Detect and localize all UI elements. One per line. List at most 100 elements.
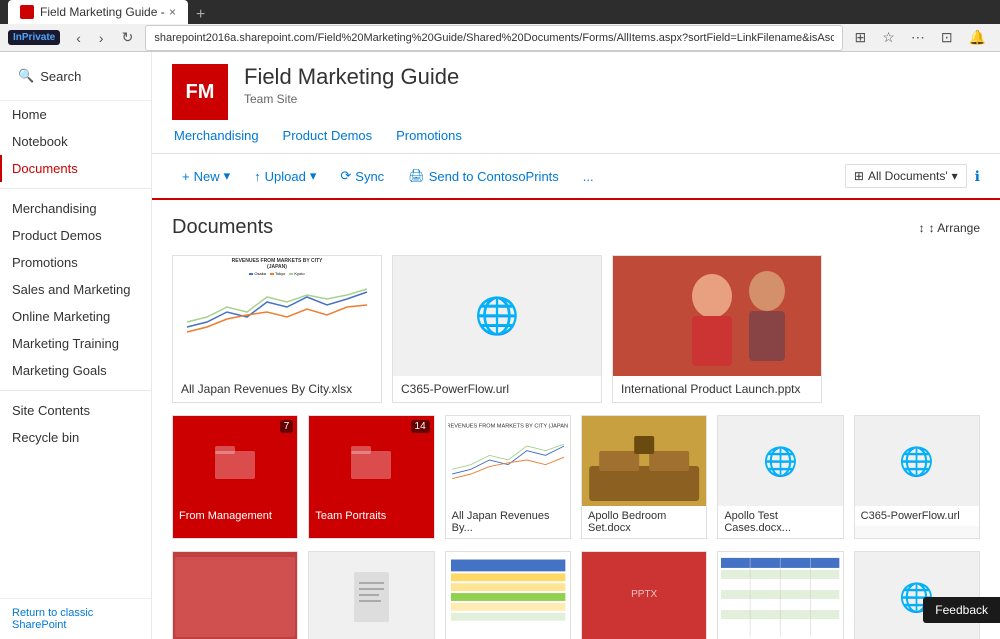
list-item[interactable]: REVENUES FROM MARKETS BY CITY(JAPAN) Osa… [172, 255, 382, 403]
site-subtitle: Team Site [244, 92, 459, 106]
new-tab-button[interactable]: + [188, 6, 213, 24]
sidebar-item-recycle-bin[interactable]: Recycle bin [0, 424, 151, 451]
refresh-button[interactable]: ↻ [116, 25, 140, 50]
sidebar-divider-2 [0, 390, 151, 391]
app-container: 🔍 Search Home Notebook Documents Merchan… [0, 52, 1000, 639]
bookmark-icon[interactable]: ☆ [876, 25, 901, 50]
list-item[interactable]: 🌐 C365-PowerFlow.url [854, 415, 980, 539]
arrange-label: ↕ Arrange [929, 221, 980, 235]
list-item[interactable]: 🌐 Apollo Test Cases.docx... [717, 415, 843, 539]
sidebar-item-marketing-goals[interactable]: Marketing Goals [0, 357, 151, 384]
card-thumbnail [309, 552, 433, 639]
all-docs-button[interactable]: ⊞ All Documents' ▾ [845, 164, 967, 188]
list-item[interactable]: Apollo Bedroom Set.docx [581, 415, 707, 539]
card-thumbnail: 🌐 [718, 416, 842, 506]
sidebar-item-notebook[interactable]: Notebook [0, 128, 151, 155]
new-label: New [194, 169, 220, 184]
send-label: Send to ContosoPrints [429, 169, 559, 184]
list-item[interactable]: 🌐 Framestore-Framesto... [854, 551, 980, 639]
return-classic-link[interactable]: Return to classic SharePoint [0, 598, 151, 639]
subnav: Merchandising Product Demos Promotions [152, 120, 1000, 153]
dropdown-icon: ▾ [952, 169, 958, 183]
list-item[interactable]: 14 Team Portraits [308, 415, 434, 539]
upload-label: Upload [265, 169, 306, 184]
active-tab[interactable]: Field Marketing Guide - × [8, 0, 188, 24]
card-filename: From Management [173, 506, 297, 526]
sidebar-item-marketing-training[interactable]: Marketing Training [0, 330, 151, 357]
globe-icon: 🌐 [475, 295, 520, 337]
sidebar-item-label: Promotions [12, 255, 78, 270]
card-thumbnail: 🌐 [855, 416, 979, 506]
card-thumbnail [582, 416, 706, 506]
search-nav-item[interactable]: 🔍 Search [8, 60, 143, 92]
card-thumbnail [446, 552, 570, 639]
command-bar: + New ▾ ↑ Upload ▾ ⟳ Sync 🖨 Send to Cont… [152, 154, 1000, 200]
site-logo: FM [172, 64, 228, 120]
globe-icon: 🌐 [899, 445, 934, 478]
inprivate-badge: InPrivate [8, 30, 60, 45]
arrange-button[interactable]: ↕ ↕ Arrange [919, 221, 980, 235]
sidebar-item-promotions[interactable]: Promotions [0, 249, 151, 276]
sidebar-item-online-marketing[interactable]: Online Marketing [0, 303, 151, 330]
upload-button[interactable]: ↑ Upload ▾ [244, 162, 326, 190]
arrange-icon: ↕ [919, 221, 925, 235]
sidebar-divider-1 [0, 188, 151, 189]
extensions-icon[interactable]: ⊡ [935, 25, 959, 50]
card-filename: All Japan Revenues By City.xlsx [173, 376, 381, 402]
tab-merchandising[interactable]: Merchandising [172, 120, 261, 153]
sidebar-item-documents[interactable]: Documents [0, 155, 151, 182]
send-to-button[interactable]: 🖨 Send to ContosoPrints [398, 162, 569, 190]
sidebar-item-product-demos[interactable]: Product Demos [0, 222, 151, 249]
list-item[interactable]: 🌐 C365-PowerFlow.url [392, 255, 602, 403]
tab-product-demos[interactable]: Product Demos [281, 120, 375, 153]
card-filename: C365-PowerFlow.url [393, 376, 601, 402]
card-thumbnail [718, 552, 842, 639]
sidebar-item-label: Marketing Training [12, 336, 119, 351]
info-icon[interactable]: ℹ [975, 168, 980, 185]
card-filename: C365-PowerFlow.url [855, 506, 979, 526]
browser-toolbar-icons: ⊞ ☆ ⋯ ⊡ 🔔 [849, 25, 992, 50]
sidebar-item-label: Marketing Goals [12, 363, 107, 378]
list-item[interactable]: Contoso Product launc... [172, 551, 298, 639]
card-filename: Apollo Test Cases.docx... [718, 506, 842, 538]
list-item[interactable]: REVENUES FROM MARKETS BY CITY (JAPAN) Al… [445, 415, 571, 539]
menu-icon[interactable]: ⋯ [905, 25, 931, 50]
sidebar-item-home[interactable]: Home [0, 101, 151, 128]
reading-view-icon[interactable]: ⊞ [849, 25, 873, 50]
tab-promotions[interactable]: Promotions [394, 120, 464, 153]
list-item[interactable]: PPTX CR-327 Product Overvi... [581, 551, 707, 639]
card-thumbnail: REVENUES FROM MARKETS BY CITY (JAPAN) [446, 416, 570, 506]
sidebar-item-sales-marketing[interactable]: Sales and Marketing [0, 276, 151, 303]
back-button[interactable]: ‹ [70, 26, 87, 50]
forward-button[interactable]: › [93, 26, 110, 50]
more-label: ... [583, 169, 594, 184]
tab-close-button[interactable]: × [169, 5, 176, 19]
sidebar-item-label: Merchandising [12, 201, 97, 216]
list-item[interactable]: Contoso Purchasing Po... [308, 551, 434, 639]
list-item[interactable]: International Product Launch.pptx [612, 255, 822, 403]
sidebar-item-merchandising[interactable]: Merchandising [0, 195, 151, 222]
svg-text:REVENUES FROM MARKETS BY CITY: REVENUES FROM MARKETS BY CITY (JAPAN) [448, 423, 568, 429]
folder-badge: 14 [411, 420, 430, 433]
feedback-button[interactable]: Feedback [923, 597, 1000, 623]
upload-icon: ↑ [254, 169, 261, 184]
address-bar[interactable] [145, 25, 842, 51]
notifications-icon[interactable]: 🔔 [963, 25, 992, 50]
subnav-container: Merchandising Product Demos Promotions [152, 120, 1000, 154]
list-item[interactable]: 7 From Management [172, 415, 298, 539]
sidebar-item-label: Site Contents [12, 403, 90, 418]
more-button[interactable]: ... [573, 163, 604, 190]
list-item[interactable]: Employee Health Associ... [717, 551, 843, 639]
svg-text:PPTX: PPTX [631, 589, 657, 600]
sync-icon: ⟳ [340, 168, 351, 184]
list-item[interactable]: Contract Proposals.docx... [445, 551, 571, 639]
main-layout: 🔍 Search Home Notebook Documents Merchan… [0, 52, 1000, 639]
sidebar-item-label: Online Marketing [12, 309, 110, 324]
site-info: Field Marketing Guide Team Site [244, 64, 459, 106]
search-icon: 🔍 [18, 68, 34, 84]
sync-button[interactable]: ⟳ Sync [330, 162, 394, 190]
folder-badge: 7 [280, 420, 294, 433]
new-button[interactable]: + New ▾ [172, 162, 240, 190]
sidebar: 🔍 Search Home Notebook Documents Merchan… [0, 52, 152, 639]
sidebar-item-site-contents[interactable]: Site Contents [0, 397, 151, 424]
